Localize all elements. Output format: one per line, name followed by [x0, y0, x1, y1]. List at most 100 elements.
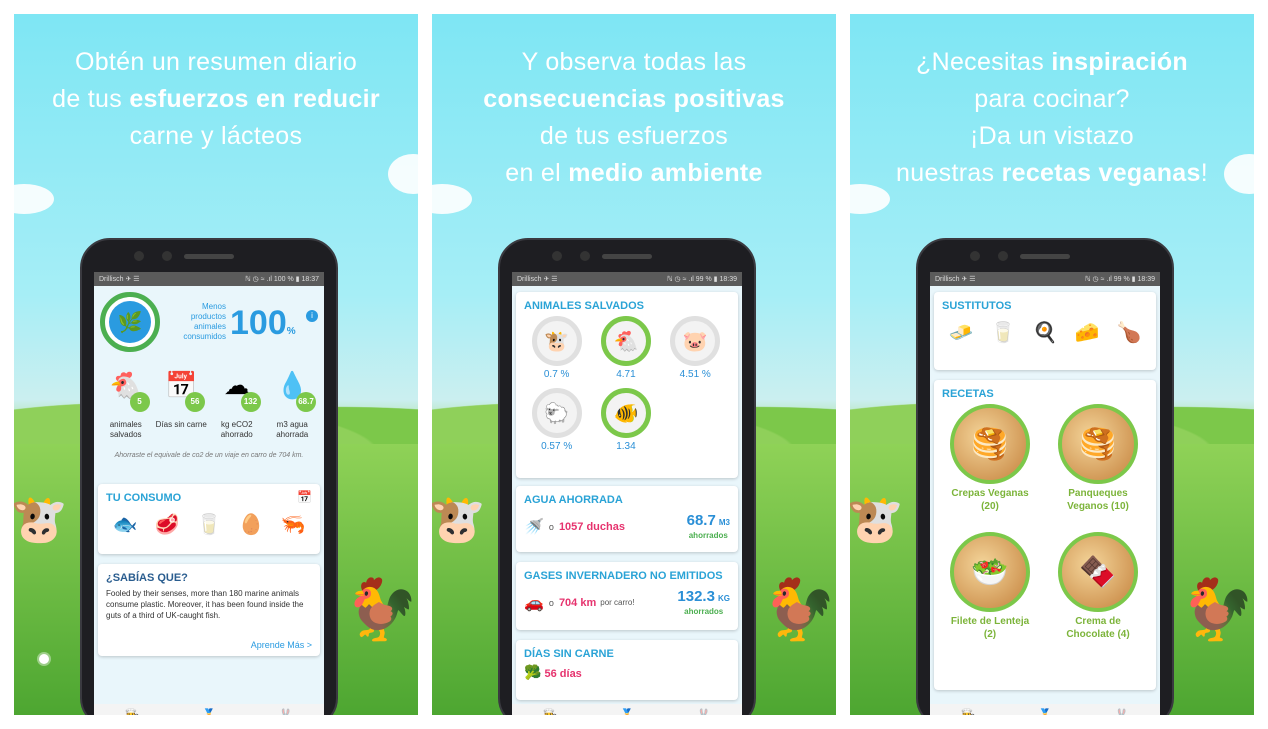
butter-icon[interactable]: 🧈 — [949, 320, 974, 345]
stat-badge: 56 — [185, 392, 205, 412]
calendar-icon[interactable]: 📅 — [297, 490, 312, 504]
recipe-item[interactable]: 🍫 Crema de Chocolate (4) — [1058, 532, 1138, 641]
phone-frame: Drillisch ✈ ☰ ℕ ◷ ≈ .ıl 99 % ▮ 18:39 ANIM… — [498, 238, 756, 715]
gas-card: GASES INVERNADERO NO EMITIDOS 🚗 o 704 km… — [516, 562, 738, 630]
cow-mascot: 🐮 — [432, 493, 486, 545]
meat-icon[interactable]: 🥩 — [155, 512, 180, 537]
recipe-item[interactable]: 🥞 Panqueques Veganos (10) — [1058, 404, 1138, 513]
cheese-icon[interactable]: 🧀 — [1075, 320, 1100, 345]
fact-text: Fooled by their senses, more than 180 ma… — [106, 589, 304, 620]
animal-value: 4.51 % — [679, 369, 711, 380]
recipe-image[interactable]: 🥗 — [950, 532, 1030, 612]
bottom-nav: 👨‍🍳 🏅 🐰 — [930, 704, 1160, 715]
chef-hat-icon[interactable]: 👨‍🍳 — [961, 708, 976, 715]
egg-icon[interactable]: 🍳 — [1033, 320, 1058, 345]
stat-badge: 5 — [129, 392, 150, 412]
stat-badge: 68.7 — [296, 392, 316, 412]
chicken-icon: 🐔 — [600, 316, 651, 366]
cow-mascot: 🐮 — [14, 493, 68, 545]
fish-icon[interactable]: 🐟 — [113, 512, 138, 537]
bottom-nav: 👨‍🍳 🏅 🐰 — [94, 704, 324, 715]
rabbit-icon[interactable]: 🐰 — [278, 708, 293, 715]
seafood-icon[interactable]: 🦐 — [281, 512, 306, 537]
gas-title: GASES INVERNADERO NO EMITIDOS — [524, 570, 723, 582]
fact-title: ¿SABÍAS QUE? — [106, 572, 188, 584]
recipe-image[interactable]: 🍫 — [1058, 532, 1138, 612]
consumption-title: TU CONSUMO — [106, 492, 182, 504]
stat-label: m3 agua ahorrada — [276, 420, 309, 439]
app-screen: Drillisch ✈ ☰ ℕ ◷ ≈ .ıl 99 % ▮ 18:39 ANIM… — [512, 272, 742, 715]
vegetables-icon: 🥦 — [524, 664, 542, 680]
medal-icon[interactable]: 🏅 — [202, 708, 217, 715]
leaf-icon: 🌿 — [109, 301, 151, 343]
pig-icon: 🐷 — [670, 316, 721, 366]
car-icon: 🚗 — [524, 594, 544, 612]
fish-icon: 🐠 — [600, 388, 651, 438]
drumstick-icon[interactable]: 🍗 — [1117, 320, 1142, 345]
animal-stat: 🐮 0.7 % — [522, 316, 591, 380]
stat-item: ☁ 132 kg eCO2 ahorrado — [209, 370, 265, 440]
rabbit-icon[interactable]: 🐰 — [1114, 708, 1129, 715]
animal-stat: 🐠 1.34 — [591, 388, 660, 452]
screenshot-panel-impact: Y observa todas las consecuencias positiv… — [432, 14, 836, 715]
animal-stat: 🐔 4.71 — [591, 316, 660, 380]
sheep-icon: 🐑 — [531, 388, 582, 438]
rooster-mascot: 🐓 — [344, 576, 418, 643]
animal-value: 4.71 — [616, 369, 636, 380]
recipe-item[interactable]: 🥞 Crepas Veganas (20) — [950, 404, 1030, 513]
phone-frame: Drillisch ✈ ☰ ℕ ◷ ≈ .ıl 100 % ▮ 18:37 🌿 M… — [80, 238, 338, 715]
water-equiv: 1057 duchas — [558, 520, 625, 533]
info-icon[interactable]: i — [306, 310, 318, 322]
milk-icon[interactable]: 🥛 — [197, 512, 222, 537]
fact-card: ¿SABÍAS QUE? Fooled by their senses, mor… — [98, 564, 320, 656]
water-title: AGUA AHORRADA — [524, 494, 623, 506]
recipe-item[interactable]: 🥗 Filete de Lenteja (2) — [950, 532, 1030, 641]
screenshot-panel-summary: Obtén un resumen diario de tus esfuerzos … — [14, 14, 418, 715]
consumption-card: TU CONSUMO 📅 🐟 🥩 🥛 🥚 🦐 — [98, 484, 320, 554]
gas-equiv: 704 km — [558, 596, 597, 609]
animals-saved-card: ANIMALES SALVADOS 🐮 0.7 % 🐔 4.71 🐷 4.51 % 🐑 0.5… — [516, 292, 738, 478]
animal-value: 0.7 % — [543, 369, 570, 380]
recipe-image[interactable]: 🥞 — [950, 404, 1030, 484]
chef-hat-icon[interactable]: 👨‍🍳 — [543, 708, 558, 715]
stat-label: kg eCO2 ahorrado — [220, 420, 253, 439]
shower-icon: 🚿 — [524, 518, 544, 536]
app-screen: Drillisch ✈ ☰ ℕ ◷ ≈ .ıl 99 % ▮ 18:39 SUST… — [930, 272, 1160, 715]
bottom-nav: 👨‍🍳 🏅 🐰 — [512, 704, 742, 715]
egg-icon[interactable]: 🥚 — [239, 512, 264, 537]
stats-row: 🐔 5 animales salvados 📅 56 Días sin carne ☁ 132… — [98, 370, 320, 440]
milk-icon[interactable]: 🥛 — [991, 320, 1016, 345]
substitutes-card: SUSTITUTOS 🧈 🥛 🍳 🧀 🍗 — [934, 292, 1156, 370]
headline: Y observa todas las consecuencias positiv… — [483, 48, 785, 187]
medal-icon[interactable]: 🏅 — [620, 708, 635, 715]
phone-frame: Drillisch ✈ ☰ ℕ ◷ ≈ .ıl 99 % ▮ 18:39 SUST… — [916, 238, 1174, 715]
days-card: DÍAS SIN CARNE 🥦 56 días — [516, 640, 738, 700]
cow-icon: 🐮 — [531, 316, 582, 366]
recipe-label: Crepas Veganas (20) — [951, 488, 1029, 512]
rooster-mascot: 🐓 — [1180, 576, 1254, 643]
rabbit-icon[interactable]: 🐰 — [696, 708, 711, 715]
status-bar: Drillisch ✈ ☰ ℕ ◷ ≈ .ıl 99 % ▮ 18:39 — [512, 272, 742, 286]
chef-hat-icon[interactable]: 👨‍🍳 — [125, 708, 140, 715]
ring-label: Menos productos animales consumidos — [183, 302, 226, 341]
days-title: DÍAS SIN CARNE — [524, 648, 614, 660]
percent-value: 100% — [230, 304, 296, 342]
learn-more-link[interactable]: Aprende Más > — [251, 640, 312, 650]
app-screen: Drillisch ✈ ☰ ℕ ◷ ≈ .ıl 100 % ▮ 18:37 🌿 M… — [94, 272, 324, 715]
animals-title: ANIMALES SALVADOS — [524, 300, 644, 312]
stat-item: 🐔 5 animales salvados — [98, 370, 154, 440]
medal-icon[interactable]: 🏅 — [1038, 708, 1053, 715]
screenshot-panel-recipes: ¿Necesitas inspiración para cocinar? ¡Da u… — [850, 14, 1254, 715]
water-card: AGUA AHORRADA 🚿 o 1057 duchas 68.7 M3 aho… — [516, 486, 738, 552]
rooster-mascot: 🐓 — [762, 576, 836, 643]
recipe-image[interactable]: 🥞 — [1058, 404, 1138, 484]
animal-stat: 🐑 0.57 % — [522, 388, 591, 452]
co2-quote: Ahorraste el equivale de co2 de un viaje… — [114, 452, 304, 459]
stat-item: 📅 56 Días sin carne — [154, 370, 210, 440]
recipe-label: Crema de Chocolate (4) — [1066, 616, 1130, 640]
substitutes-title: SUSTITUTOS — [942, 300, 1012, 312]
cow-mascot: 🐮 — [850, 493, 904, 545]
recipe-label: Filete de Lenteja (2) — [950, 616, 1030, 640]
recipes-title: RECETAS — [942, 388, 994, 400]
recipes-card: RECETAS 🥞 Crepas Veganas (20) 🥞 Panqueques … — [934, 380, 1156, 690]
